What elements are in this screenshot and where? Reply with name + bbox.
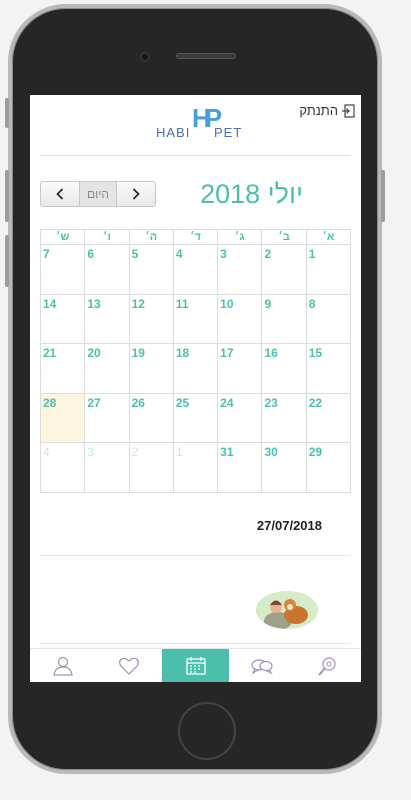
header-divider — [40, 155, 351, 156]
calendar-day[interactable]: 1 — [305, 244, 352, 295]
calendar-day[interactable]: 11 — [172, 293, 219, 345]
tab-calendar[interactable] — [162, 649, 229, 682]
app-screen: התנתק HP HABI PET היום יולי 2018 א׳ ב׳ ג׳ ד… — [30, 95, 361, 682]
weekday-header: ש׳ — [39, 229, 86, 245]
calendar-day[interactable]: 9 — [261, 293, 307, 345]
calendar-day[interactable]: 4 — [39, 442, 86, 493]
mute-switch — [5, 98, 9, 128]
front-camera — [140, 52, 150, 62]
weekday-header: ד׳ — [172, 229, 219, 245]
calendar-week-row: 15 16 17 18 19 20 21 — [39, 343, 352, 394]
calendar-day[interactable]: 30 — [261, 442, 307, 493]
power-button — [381, 170, 385, 222]
month-title: יולי 2018 — [200, 179, 303, 209]
calendar-day[interactable]: 22 — [305, 392, 352, 444]
calendar-day[interactable]: 18 — [172, 343, 219, 394]
logout-label: התנתק — [299, 103, 338, 118]
calendar-day[interactable]: 4 — [172, 244, 219, 295]
content-divider — [40, 643, 351, 644]
weekday-header: ב׳ — [261, 229, 307, 245]
chevron-left-icon — [56, 188, 64, 200]
calendar-day[interactable]: 23 — [261, 392, 307, 444]
calendar-day[interactable]: 15 — [305, 343, 352, 394]
logout-button[interactable]: התנתק — [299, 103, 355, 118]
next-month-button[interactable] — [41, 182, 79, 206]
calendar-day[interactable]: 24 — [217, 392, 263, 444]
calendar-day[interactable]: 29 — [305, 442, 352, 493]
volume-up-button — [5, 170, 9, 222]
earpiece-speaker — [176, 53, 236, 59]
calendar-day[interactable]: 10 — [217, 293, 263, 345]
home-button[interactable] — [178, 702, 236, 760]
weekday-header: ג׳ — [217, 229, 263, 245]
calendar-day[interactable]: 19 — [128, 343, 174, 394]
chat-icon — [251, 658, 273, 675]
calendar-day[interactable]: 2 — [128, 442, 174, 493]
calendar-day[interactable]: 12 — [128, 293, 174, 345]
calendar-day[interactable]: 14 — [39, 293, 86, 345]
heart-icon — [119, 657, 140, 675]
calendar-week-row: 29 30 31 1 2 3 4 — [39, 442, 352, 493]
tab-search-pet[interactable] — [295, 649, 361, 682]
user-icon — [53, 656, 73, 676]
weekday-header: ה׳ — [128, 229, 174, 245]
calendar-day[interactable]: 3 — [217, 244, 263, 295]
logo-text-right: PET — [214, 125, 243, 140]
calendar-day[interactable]: 6 — [84, 244, 130, 295]
logout-icon — [342, 103, 355, 118]
calendar-day[interactable]: 2 — [261, 244, 307, 295]
calendar-day[interactable]: 27 — [84, 392, 130, 444]
date-divider — [40, 555, 351, 556]
calendar-day[interactable]: 7 — [39, 244, 86, 295]
app-header: התנתק HP HABI PET — [30, 95, 361, 155]
selected-date: 27/07/2018 — [256, 518, 322, 533]
calendar-grid: א׳ ב׳ ג׳ ד׳ ה׳ ו׳ ש׳ 1 2 3 4 5 6 7 8 9 10 11 12 13 14 15 16 17… — [39, 229, 352, 493]
prev-month-button[interactable] — [117, 182, 155, 206]
chevron-right-icon — [132, 188, 140, 200]
weekday-header: ו׳ — [84, 229, 130, 245]
calendar-day-today[interactable]: 28 — [39, 392, 86, 444]
calendar-day[interactable]: 17 — [217, 343, 263, 394]
calendar-day[interactable]: 20 — [84, 343, 130, 394]
pet-avatar[interactable] — [256, 591, 318, 629]
logo-monogram: HP — [192, 103, 222, 133]
calendar-week-row: 8 9 10 11 12 13 14 — [39, 293, 352, 345]
calendar-day[interactable]: 21 — [39, 343, 86, 394]
tab-user[interactable] — [30, 649, 96, 682]
calendar-day[interactable]: 16 — [261, 343, 307, 394]
tab-heart[interactable] — [96, 649, 162, 682]
calendar-day[interactable]: 5 — [128, 244, 174, 295]
calendar-week-row: 22 23 24 25 26 27 28 — [39, 392, 352, 444]
weekday-header: א׳ — [305, 229, 352, 245]
calendar-week-row: 1234567 — [39, 244, 352, 295]
bottom-tab-bar — [30, 648, 361, 682]
calendar-day[interactable]: 3 — [84, 442, 130, 493]
volume-down-button — [5, 235, 9, 287]
calendar-day[interactable]: 8 — [305, 293, 352, 345]
habipet-logo: HP HABI PET — [156, 103, 248, 140]
calendar-day[interactable]: 13 — [84, 293, 130, 345]
calendar-day[interactable]: 26 — [128, 392, 174, 444]
tab-chat[interactable] — [229, 649, 295, 682]
calendar-day[interactable]: 1 — [172, 442, 219, 493]
calendar-day[interactable]: 31 — [217, 442, 263, 493]
calendar-icon — [185, 656, 206, 675]
calendar-nav: היום — [40, 181, 156, 207]
calendar-day[interactable]: 25 — [172, 392, 219, 444]
search-pet-icon — [318, 656, 336, 676]
today-button[interactable]: היום — [79, 182, 117, 206]
pet-photo-icon — [256, 591, 318, 629]
logo-text-left: HABI — [156, 125, 191, 140]
